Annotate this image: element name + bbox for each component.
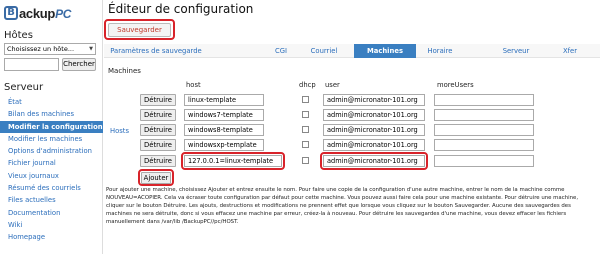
dhcp-checkbox[interactable] <box>302 141 309 148</box>
table-row: Détruire windows7-template admin@microna… <box>140 109 592 124</box>
host-field[interactable]: windowsxp-template <box>184 139 264 151</box>
hosts-section-title: Hôtes <box>4 30 33 41</box>
nav-edit-hosts[interactable]: Modifier les machines <box>0 133 103 145</box>
column-header-dhcp: dhcp <box>299 81 316 89</box>
user-field[interactable]: admin@micronator-101.org <box>323 109 425 121</box>
dhcp-checkbox[interactable] <box>302 157 309 164</box>
tab-xfer[interactable]: Xfer <box>556 44 584 58</box>
tab-schedule[interactable]: Horaire <box>420 44 460 58</box>
user-field[interactable]: admin@micronator-101.org <box>323 124 425 136</box>
nav-documentation[interactable]: Documentation <box>0 207 103 219</box>
more-users-field[interactable] <box>434 94 534 106</box>
sidebar: B ackupPC Hôtes Choisissez un hôte... ▼ … <box>0 0 103 254</box>
tab-cgi[interactable]: CGI <box>268 44 294 58</box>
page-title: Éditeur de configuration <box>108 2 254 16</box>
delete-button[interactable]: Détruire <box>140 109 176 121</box>
host-field[interactable]: windows7-template <box>184 109 264 121</box>
more-users-field[interactable] <box>434 109 534 121</box>
nav-host-summary[interactable]: Bilan des machines <box>0 108 103 120</box>
nav-log-file[interactable]: Fichier journal <box>0 157 103 169</box>
nav-homepage[interactable]: Homepage <box>0 231 103 243</box>
dhcp-checkbox[interactable] <box>302 111 309 118</box>
more-users-field[interactable] <box>434 139 534 151</box>
dhcp-checkbox[interactable] <box>302 126 309 133</box>
delete-button[interactable]: Détruire <box>140 139 176 151</box>
search-button[interactable]: Chercher <box>62 58 96 71</box>
column-header-more-users: moreUsers <box>437 81 474 89</box>
chevron-down-icon: ▼ <box>89 46 93 52</box>
nav-old-logs[interactable]: Vieux journaux <box>0 170 103 182</box>
host-select-value: Choisissez un hôte... <box>7 45 75 53</box>
main-content: Éditeur de configuration Sauvegarder Par… <box>104 0 600 254</box>
more-users-field[interactable] <box>434 155 534 167</box>
nav-status[interactable]: État <box>0 96 103 108</box>
tab-server[interactable]: Serveur <box>496 44 536 58</box>
config-tabs: Paramètres de sauvegarde CGI Courriel Ma… <box>104 44 600 58</box>
save-button[interactable]: Sauvegarder <box>108 23 171 37</box>
user-field[interactable]: admin@micronator-101.org <box>323 155 425 167</box>
table-row: Détruire windows8-template admin@microna… <box>140 124 592 139</box>
nav-current-queues[interactable]: Files actuelles <box>0 194 103 206</box>
logo-icon: B <box>4 6 18 20</box>
host-field[interactable]: 127.0.0.1=linux-template <box>184 155 282 167</box>
logo-text: ackup <box>19 5 56 21</box>
table-row-new: Détruire 127.0.0.1=linux-template admin@… <box>140 152 592 170</box>
more-users-field[interactable] <box>434 124 534 136</box>
help-text: Pour ajouter une machine, choisissez Ajo… <box>106 187 579 225</box>
nav-wiki[interactable]: Wiki <box>0 219 103 231</box>
column-header-user: user <box>325 81 340 89</box>
host-search-input[interactable] <box>4 58 59 71</box>
host-field[interactable]: linux-template <box>184 94 264 106</box>
column-header-host: host <box>186 81 201 89</box>
logo-suffix: PC <box>55 6 72 21</box>
server-section-title: Serveur <box>4 82 44 93</box>
user-field[interactable]: admin@micronator-101.org <box>323 94 425 106</box>
host-field[interactable]: windows8-template <box>184 124 264 136</box>
server-nav: État Bilan des machines Modifier la conf… <box>0 96 103 244</box>
add-button[interactable]: Ajouter <box>141 172 171 184</box>
dhcp-checkbox[interactable] <box>302 96 309 103</box>
tab-backup-settings[interactable]: Paramètres de sauvegarde <box>108 44 204 58</box>
table-row: Détruire linux-template admin@micronator… <box>140 94 592 109</box>
backuppc-logo[interactable]: B ackupPC <box>4 3 71 23</box>
nav-email-summary[interactable]: Résumé des courriels <box>0 182 103 194</box>
tab-email[interactable]: Courriel <box>304 44 344 58</box>
host-select[interactable]: Choisissez un hôte... ▼ <box>4 43 96 55</box>
nav-edit-config[interactable]: Modifier la configuration <box>0 120 103 133</box>
delete-button[interactable]: Détruire <box>140 155 176 167</box>
delete-button[interactable]: Détruire <box>140 94 176 106</box>
delete-button[interactable]: Détruire <box>140 124 176 136</box>
section-label: Machines <box>108 67 141 75</box>
tab-hosts[interactable]: Machines <box>354 44 416 58</box>
hosts-label: Hosts <box>110 127 130 135</box>
user-field[interactable]: admin@micronator-101.org <box>323 139 425 151</box>
nav-admin-options[interactable]: Options d'administration <box>0 145 103 157</box>
